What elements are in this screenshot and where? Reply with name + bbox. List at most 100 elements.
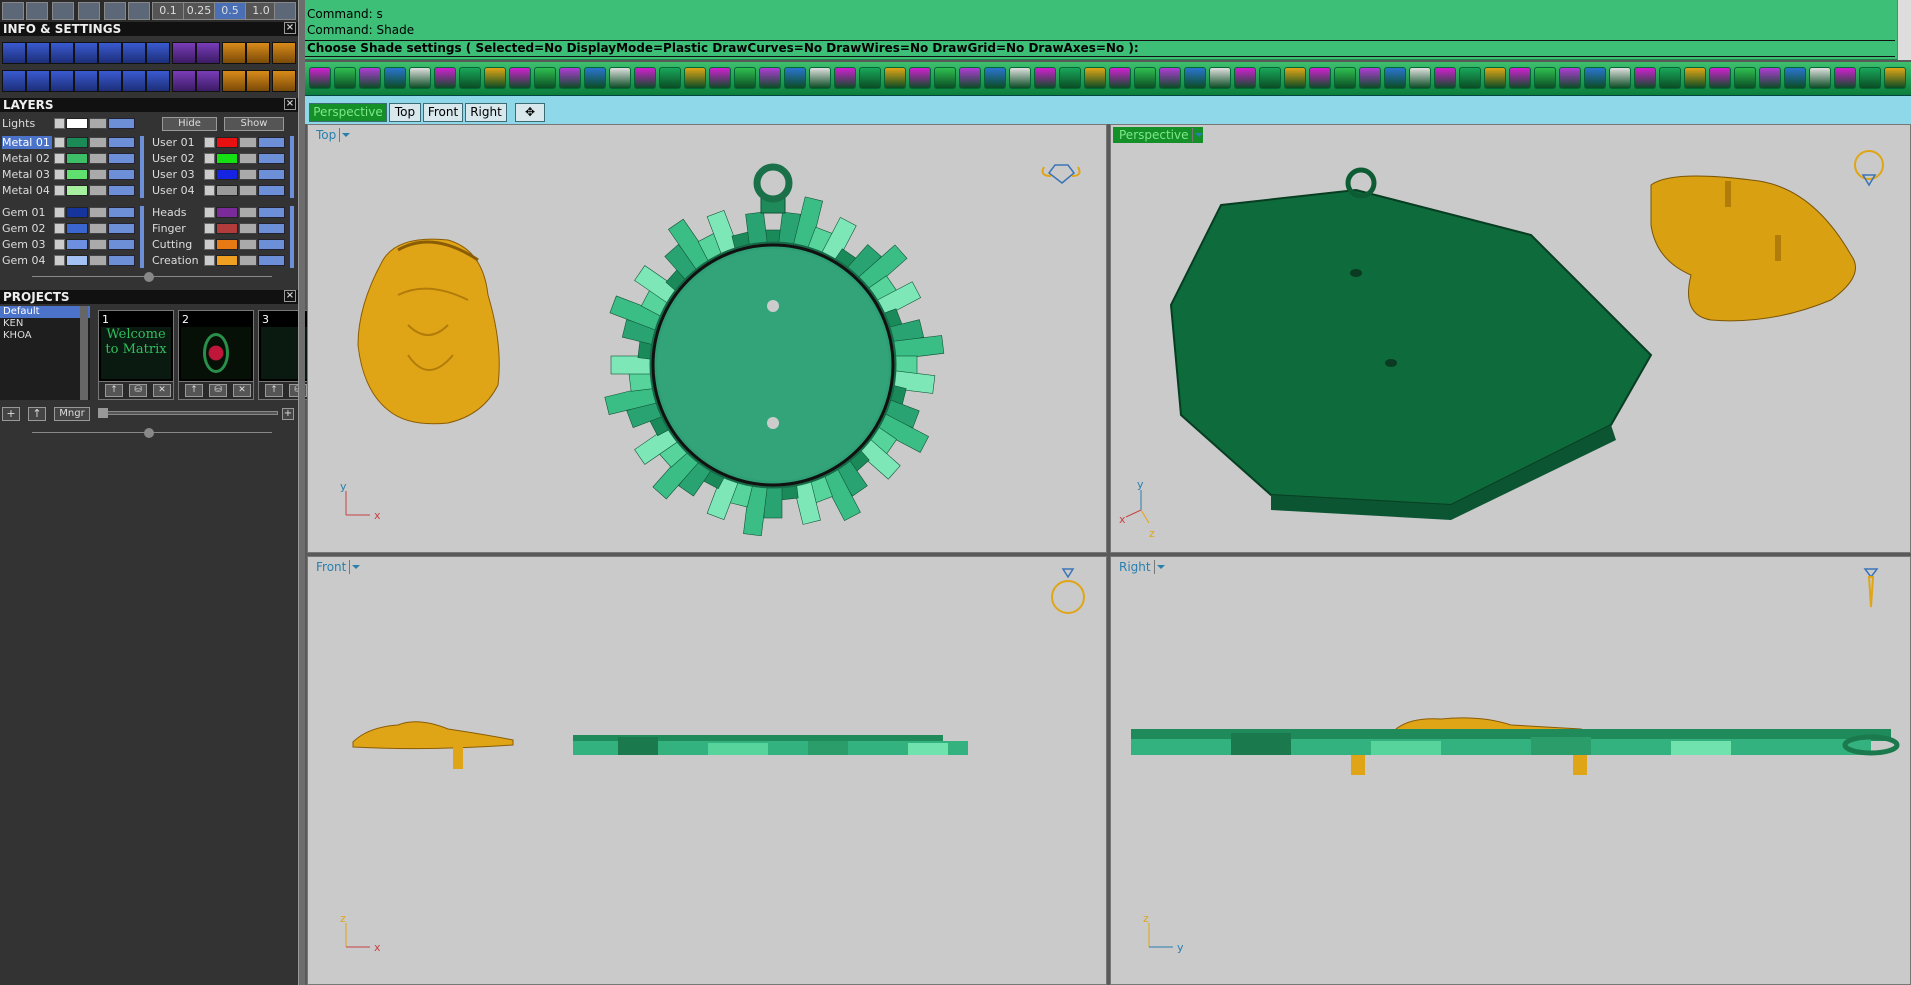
snap-0-1[interactable]: 0.1 [152,2,184,20]
layer-color-swatch[interactable] [66,153,88,164]
close-projects-icon[interactable]: × [284,290,296,302]
lock-icon[interactable] [89,223,107,234]
lights-visibility[interactable] [108,118,135,129]
layer-color-swatch[interactable] [216,153,238,164]
delete-icon[interactable]: ✕ [153,384,171,397]
toolbar-tool-icon[interactable] [1409,67,1431,89]
project-item[interactable]: KEN [0,318,90,330]
hide-button[interactable]: Hide [162,117,217,131]
magic-icon[interactable] [172,42,196,64]
layer-row[interactable]: Heads [150,206,300,219]
viewport-perspective[interactable]: Perspective y x z [1110,124,1911,553]
toolbar-tool-icon[interactable] [1384,67,1406,89]
layer-color-swatch[interactable] [216,137,238,148]
layer-arrow-icon[interactable] [204,239,215,250]
project-item[interactable]: Default [0,306,90,318]
visibility-toggle[interactable] [108,223,135,234]
gem-icon-2[interactable] [246,70,270,92]
project-item[interactable]: KHOA [0,330,90,342]
layer-arrow-icon[interactable] [204,207,215,218]
layer-row[interactable]: Cutting [150,238,300,251]
toolbar-tool-icon[interactable] [859,67,881,89]
toolbar-tool-icon[interactable] [1559,67,1581,89]
layer-color-swatch[interactable] [216,169,238,180]
lock-icon[interactable] [239,137,257,148]
layer-name[interactable]: Finger [152,222,202,235]
toolbar-tool-icon[interactable] [334,67,356,89]
layer-arrow-icon[interactable] [54,207,65,218]
toolbar-tool-icon[interactable] [384,67,406,89]
toolbar-tool-icon[interactable] [1159,67,1181,89]
lock-icon[interactable] [239,207,257,218]
doc-icon-2[interactable] [98,70,122,92]
layer-name[interactable]: Creation [152,254,202,267]
lights-lock[interactable] [89,118,107,129]
add-tab-icon[interactable]: ✥ [515,103,545,122]
layer-row[interactable]: Gem 01 [0,206,150,219]
toolbar-tool-icon[interactable] [409,67,431,89]
toolbar-tool-icon[interactable] [1259,67,1281,89]
show-button[interactable]: Show [224,117,284,131]
visibility-toggle[interactable] [258,153,285,164]
toolbar-tool-icon[interactable] [1184,67,1206,89]
toolbar-tool-icon[interactable] [784,67,806,89]
toolbar-tool-icon[interactable] [659,67,681,89]
visibility-toggle[interactable] [258,169,285,180]
manager-button[interactable]: Mngr [54,407,90,421]
toolbar-tool-icon[interactable] [684,67,706,89]
lock-icon[interactable] [239,255,257,266]
layer-color-swatch[interactable] [66,223,88,234]
toolbar-tool-icon[interactable] [509,67,531,89]
panel-splitter[interactable] [298,0,305,985]
snap-0-5[interactable]: 0.5 [214,2,246,20]
pen-icon[interactable] [52,2,74,20]
thumb-slider-handle[interactable] [98,408,108,418]
toolbar-tool-icon[interactable] [934,67,956,89]
layer-color-swatch[interactable] [66,239,88,250]
doc-icon[interactable] [98,42,122,64]
layer-color-swatch[interactable] [66,137,88,148]
layer-row[interactable]: Creation [150,254,300,267]
layout-icon[interactable] [26,2,48,20]
box-icon-2[interactable] [146,70,170,92]
toolbar-tool-icon[interactable] [1234,67,1256,89]
toolbar-tool-icon[interactable] [884,67,906,89]
layer-name[interactable]: Metal 03 [2,168,52,181]
settings-icon-2[interactable] [2,70,26,92]
toolbar-tool-icon[interactable] [709,67,731,89]
visibility-toggle[interactable] [258,255,285,266]
snap-1-0[interactable]: 1.0 [245,2,277,20]
visibility-toggle[interactable] [258,185,285,196]
viewport-right[interactable]: Right z y [1110,556,1911,985]
lock-icon[interactable] [239,169,257,180]
wrench-icon-2[interactable] [272,70,296,92]
grid-icon[interactable] [274,2,296,20]
layer-color-swatch[interactable] [66,207,88,218]
layer-arrow-icon[interactable] [204,223,215,234]
project-thumbnail[interactable]: 1 Welcome to Matrix ↑ ⛁ ✕ [98,310,174,400]
toolbar-tool-icon[interactable] [584,67,606,89]
layer-color-swatch[interactable] [216,239,238,250]
layer-arrow-icon[interactable] [54,169,65,180]
viewport-front[interactable]: Front z x [307,556,1107,985]
layer-name[interactable]: Cutting [152,238,202,251]
layer-row[interactable]: User 01 [150,136,300,149]
layer-row[interactable]: User 03 [150,168,300,181]
wrench-icon[interactable] [272,42,296,64]
layer-name[interactable]: Gem 03 [2,238,52,251]
viewport-top[interactable]: Top y x [307,124,1107,553]
layer-row[interactable]: Metal 04 [0,184,150,197]
visibility-toggle[interactable] [108,153,135,164]
toolbar-tool-icon[interactable] [1459,67,1481,89]
toolbar-tool-icon[interactable] [1834,67,1856,89]
layer-name[interactable]: User 04 [152,184,202,197]
toolbar-tool-icon[interactable] [834,67,856,89]
pen-icon[interactable] [122,42,146,64]
settings-icon[interactable] [2,42,26,64]
toolbar-tool-icon[interactable] [1759,67,1781,89]
move-up-icon[interactable]: ↑ [105,384,123,397]
layer-arrow-icon[interactable] [54,223,65,234]
toolbar-tool-icon[interactable] [309,67,331,89]
collapse-handle[interactable] [144,428,154,438]
layer-arrow-icon[interactable] [204,185,215,196]
